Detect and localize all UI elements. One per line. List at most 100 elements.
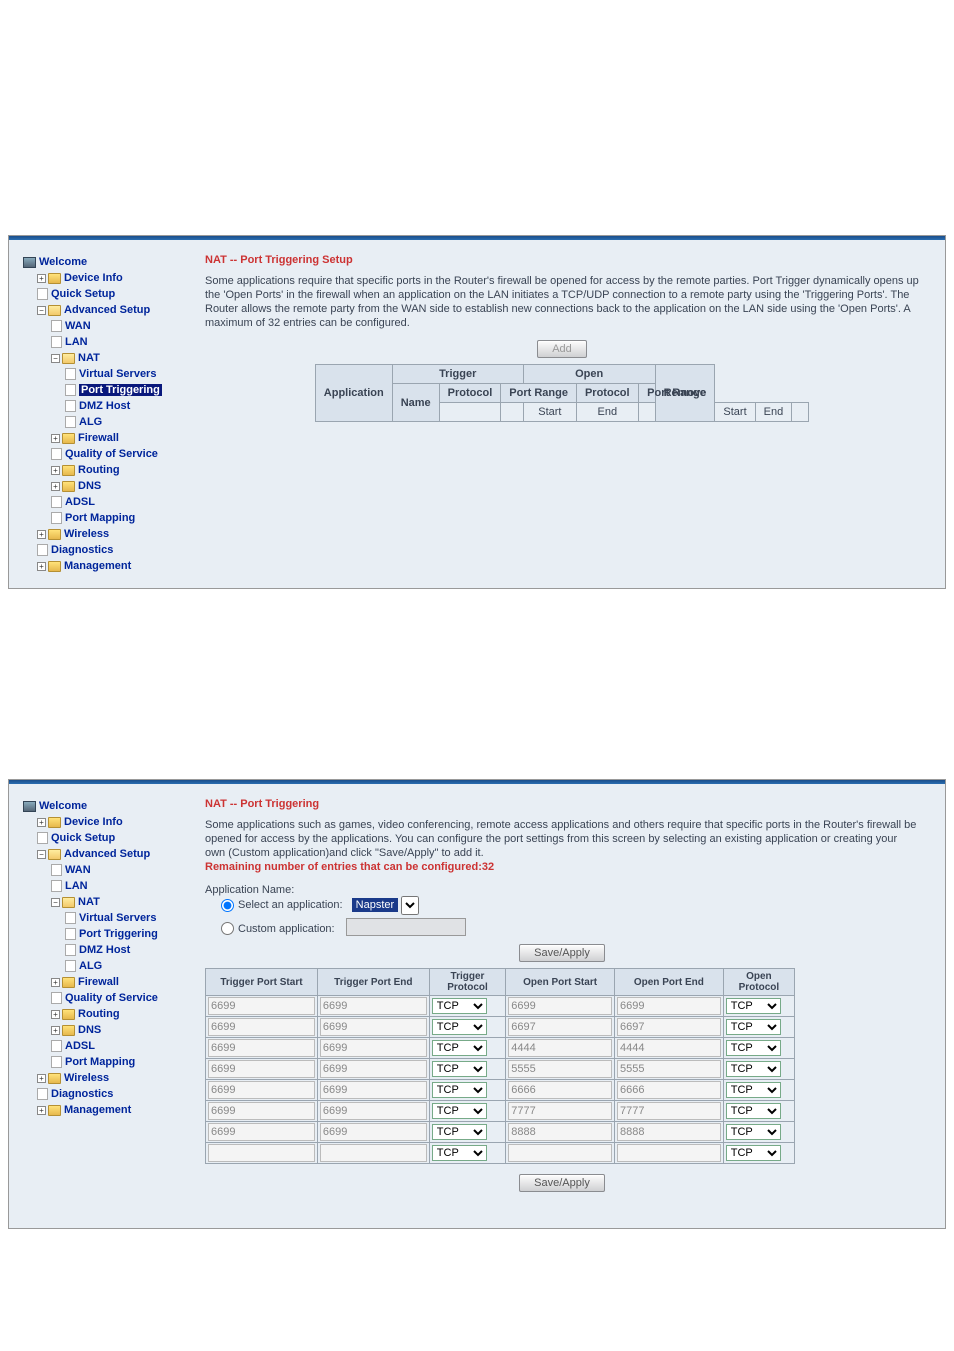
trigger-protocol-select[interactable]: TCP	[432, 1019, 487, 1035]
save-apply-button-top[interactable]: Save/Apply	[519, 944, 605, 962]
trigger-protocol-select[interactable]: TCP	[432, 1103, 487, 1119]
trigger-protocol-select[interactable]: TCP	[432, 1145, 487, 1161]
nav-wireless[interactable]: Wireless	[64, 1072, 109, 1084]
expand-icon[interactable]: +	[37, 562, 46, 571]
open-port-start-input[interactable]	[508, 1123, 612, 1141]
nav-qos[interactable]: Quality of Service	[65, 992, 158, 1004]
nav-advanced-setup[interactable]: Advanced Setup	[64, 304, 150, 316]
trigger-protocol-select[interactable]: TCP	[432, 1124, 487, 1140]
nav-welcome[interactable]: Welcome	[39, 800, 87, 812]
nav-port-mapping[interactable]: Port Mapping	[65, 1056, 135, 1068]
nav-dmz-host[interactable]: DMZ Host	[79, 400, 130, 412]
nav-alg[interactable]: ALG	[79, 960, 102, 972]
nav-dmz-host[interactable]: DMZ Host	[79, 944, 130, 956]
expand-icon[interactable]: +	[37, 530, 46, 539]
open-port-end-input[interactable]	[617, 997, 721, 1015]
open-port-start-input[interactable]	[508, 1018, 612, 1036]
application-dropdown[interactable]	[401, 896, 419, 915]
expand-icon[interactable]: +	[51, 978, 60, 987]
nav-wan[interactable]: WAN	[65, 864, 91, 876]
open-port-start-input[interactable]	[508, 1060, 612, 1078]
nav-advanced-setup[interactable]: Advanced Setup	[64, 848, 150, 860]
trigger-port-end-input[interactable]	[320, 1018, 427, 1036]
trigger-port-end-input[interactable]	[320, 1123, 427, 1141]
open-port-start-input[interactable]	[508, 1102, 612, 1120]
nav-firewall[interactable]: Firewall	[78, 432, 119, 444]
nav-adsl[interactable]: ADSL	[65, 496, 95, 508]
expand-icon[interactable]: +	[51, 482, 60, 491]
nav-virtual-servers[interactable]: Virtual Servers	[79, 368, 156, 380]
expand-icon[interactable]: +	[37, 274, 46, 283]
save-apply-button-bottom[interactable]: Save/Apply	[519, 1174, 605, 1192]
open-protocol-select[interactable]: TCP	[726, 1061, 781, 1077]
trigger-port-start-input[interactable]	[208, 1060, 315, 1078]
nav-lan[interactable]: LAN	[65, 336, 88, 348]
expand-icon[interactable]: +	[51, 1026, 60, 1035]
open-port-end-input[interactable]	[617, 1123, 721, 1141]
trigger-port-end-input[interactable]	[320, 1039, 427, 1057]
nav-wireless[interactable]: Wireless	[64, 528, 109, 540]
nav-diagnostics[interactable]: Diagnostics	[51, 1088, 113, 1100]
trigger-protocol-select[interactable]: TCP	[432, 998, 487, 1014]
nav-nat[interactable]: NAT	[78, 352, 100, 364]
open-protocol-select[interactable]: TCP	[726, 1103, 781, 1119]
open-protocol-select[interactable]: TCP	[726, 1124, 781, 1140]
trigger-port-start-input[interactable]	[208, 1081, 315, 1099]
trigger-port-start-input[interactable]	[208, 1039, 315, 1057]
open-port-end-input[interactable]	[617, 1039, 721, 1057]
open-port-end-input[interactable]	[617, 1018, 721, 1036]
nav-device-info[interactable]: Device Info	[64, 816, 123, 828]
nav-alg[interactable]: ALG	[79, 416, 102, 428]
nav-dns[interactable]: DNS	[78, 1024, 101, 1036]
expand-icon[interactable]: +	[51, 466, 60, 475]
open-port-end-input[interactable]	[617, 1081, 721, 1099]
nav-diagnostics[interactable]: Diagnostics	[51, 544, 113, 556]
nav-port-triggering[interactable]: Port Triggering	[79, 384, 162, 396]
open-port-end-input[interactable]	[617, 1144, 721, 1162]
trigger-protocol-select[interactable]: TCP	[432, 1082, 487, 1098]
add-button[interactable]: Add	[537, 340, 587, 358]
trigger-protocol-select[interactable]: TCP	[432, 1040, 487, 1056]
nav-adsl[interactable]: ADSL	[65, 1040, 95, 1052]
nav-lan[interactable]: LAN	[65, 880, 88, 892]
radio-custom-application[interactable]	[221, 922, 234, 935]
trigger-port-start-input[interactable]	[208, 997, 315, 1015]
nav-port-triggering[interactable]: Port Triggering	[79, 928, 158, 940]
trigger-port-start-input[interactable]	[208, 1144, 315, 1162]
expand-icon[interactable]: +	[51, 434, 60, 443]
trigger-port-end-input[interactable]	[320, 1060, 427, 1078]
collapse-icon[interactable]: −	[51, 898, 60, 907]
nav-routing[interactable]: Routing	[78, 464, 120, 476]
trigger-port-start-input[interactable]	[208, 1123, 315, 1141]
nav-quick-setup[interactable]: Quick Setup	[51, 832, 115, 844]
nav-dns[interactable]: DNS	[78, 480, 101, 492]
nav-management[interactable]: Management	[64, 560, 131, 572]
radio-select-application[interactable]	[221, 899, 234, 912]
custom-application-input[interactable]	[346, 918, 466, 936]
nav-qos[interactable]: Quality of Service	[65, 448, 158, 460]
trigger-port-end-input[interactable]	[320, 1102, 427, 1120]
open-protocol-select[interactable]: TCP	[726, 1019, 781, 1035]
nav-device-info[interactable]: Device Info	[64, 272, 123, 284]
nav-firewall[interactable]: Firewall	[78, 976, 119, 988]
expand-icon[interactable]: +	[37, 818, 46, 827]
nav-routing[interactable]: Routing	[78, 1008, 120, 1020]
open-port-end-input[interactable]	[617, 1060, 721, 1078]
open-protocol-select[interactable]: TCP	[726, 1082, 781, 1098]
open-port-start-input[interactable]	[508, 997, 612, 1015]
expand-icon[interactable]: +	[51, 1010, 60, 1019]
nav-quick-setup[interactable]: Quick Setup	[51, 288, 115, 300]
open-port-end-input[interactable]	[617, 1102, 721, 1120]
nav-management[interactable]: Management	[64, 1104, 131, 1116]
trigger-protocol-select[interactable]: TCP	[432, 1061, 487, 1077]
collapse-icon[interactable]: −	[37, 850, 46, 859]
collapse-icon[interactable]: −	[37, 306, 46, 315]
trigger-port-end-input[interactable]	[320, 1144, 427, 1162]
open-protocol-select[interactable]: TCP	[726, 1145, 781, 1161]
open-protocol-select[interactable]: TCP	[726, 1040, 781, 1056]
nav-nat[interactable]: NAT	[78, 896, 100, 908]
expand-icon[interactable]: +	[37, 1074, 46, 1083]
nav-welcome[interactable]: Welcome	[39, 256, 87, 268]
expand-icon[interactable]: +	[37, 1106, 46, 1115]
open-port-start-input[interactable]	[508, 1081, 612, 1099]
